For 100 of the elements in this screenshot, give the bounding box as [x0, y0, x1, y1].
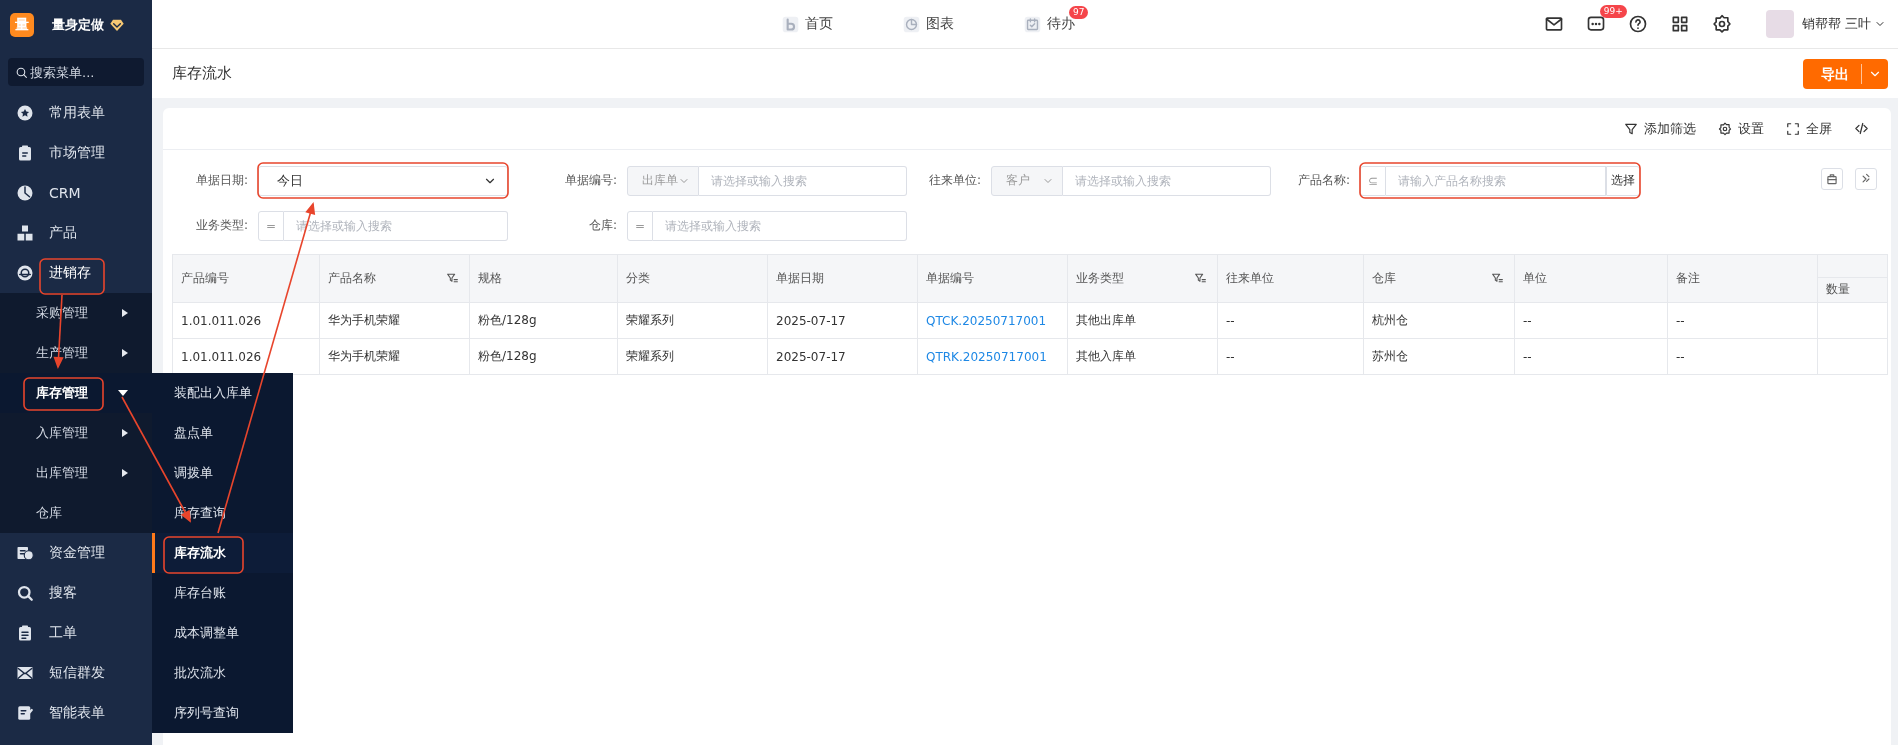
toolbar-button[interactable]: 全屏: [1786, 119, 1832, 138]
flyout-item[interactable]: 库存流水: [152, 533, 293, 573]
calendar-icon: [1024, 15, 1041, 33]
sidebar-item[interactable]: CRM: [0, 173, 152, 213]
column-header: 单据编号: [918, 255, 1068, 303]
pie-chart-icon: [903, 15, 920, 33]
document-link[interactable]: QTRK.20250717001: [926, 349, 1047, 364]
table-cell: 粉色/128g: [470, 339, 618, 375]
clear-button[interactable]: [1821, 168, 1843, 190]
table-cell: 其他出库单: [1068, 303, 1218, 339]
column-header: 分类: [618, 255, 768, 303]
pie-chart-icon: [16, 184, 34, 202]
count-badge: 97: [1069, 6, 1089, 19]
sidebar-item[interactable]: 常用表单: [0, 93, 152, 133]
table-cell: --: [1515, 303, 1668, 339]
column-header: 单据日期: [768, 255, 918, 303]
flyout-item[interactable]: 装配出入库单: [152, 373, 293, 413]
collapse-button[interactable]: [1855, 168, 1877, 190]
nav-tab[interactable]: 首页: [782, 15, 833, 33]
table-cell: --: [1668, 339, 1818, 375]
sidebar-item[interactable]: 产品: [0, 213, 152, 253]
table-cell: 杭州仓: [1364, 303, 1515, 339]
toolbar-button[interactable]: 添加筛选: [1624, 119, 1696, 138]
sidebar-item[interactable]: 短信群发: [0, 653, 152, 693]
boxes-icon: [16, 224, 34, 242]
app-name: 量身定做: [52, 16, 104, 34]
flyout-item[interactable]: 调拨单: [152, 453, 293, 493]
code-icon[interactable]: [1854, 121, 1869, 136]
search-field[interactable]: 请输入产品名称搜索: [1386, 165, 1606, 196]
flyout-item[interactable]: 批次流水: [152, 653, 293, 693]
filter-icon: [1624, 121, 1638, 136]
chat-icon[interactable]: [1585, 14, 1606, 34]
document-link[interactable]: QTCK.20250717001: [926, 313, 1047, 328]
table-cell: 1.01.011.026: [173, 339, 320, 375]
table-cell: 华为手机荣耀: [320, 339, 470, 375]
clipboard-list-icon: [16, 624, 34, 642]
diamond-icon: [109, 17, 125, 33]
page-title: 库存流水: [172, 64, 232, 83]
nav-tab[interactable]: 图表: [903, 15, 954, 33]
column-header: 数量: [1818, 277, 1887, 302]
column-header: 往来单位: [1218, 255, 1364, 303]
column-header: 产品名称: [320, 255, 470, 303]
select-button[interactable]: 选择: [1606, 165, 1640, 196]
table-cell: 苏州仓: [1364, 339, 1515, 375]
column-filter-icon[interactable]: [1491, 272, 1504, 285]
search-icon: [16, 584, 34, 602]
column-header: 产品编号: [173, 255, 320, 303]
filter-label: 往来单位:: [927, 172, 981, 189]
money-icon: [16, 544, 34, 562]
flyout-item[interactable]: 盘点单: [152, 413, 293, 453]
table-cell: --: [1668, 303, 1818, 339]
table-cell: 2025-07-17: [768, 339, 918, 375]
table-cell: 荣耀系列: [618, 339, 768, 375]
submenu-item[interactable]: 出库管理: [0, 453, 152, 493]
flyout-item[interactable]: 库存台账: [152, 573, 293, 613]
settings-icon[interactable]: [1711, 14, 1732, 34]
search-field[interactable]: 请选择或输入搜索: [699, 165, 907, 196]
filter-label: 单据日期:: [194, 172, 248, 189]
sidebar-item[interactable]: 市场管理: [0, 133, 152, 173]
filter-label: 业务类型:: [194, 217, 248, 234]
table-cell: 2025-07-17: [768, 303, 918, 339]
menu-search-field[interactable]: 搜索菜单...: [8, 58, 144, 86]
search-field[interactable]: 请选择或输入搜索: [653, 210, 907, 241]
count-badge: 99+: [1599, 5, 1627, 18]
column-filter-icon[interactable]: [446, 272, 459, 285]
sidebar-item[interactable]: 资金管理: [0, 533, 152, 573]
column-header: 备注: [1668, 255, 1818, 303]
sidebar-item[interactable]: 搜客: [0, 573, 152, 613]
edit-form-icon: [16, 704, 34, 722]
help-icon[interactable]: [1627, 14, 1648, 34]
table-cell: [1818, 339, 1888, 375]
flyout-item[interactable]: 序列号查询: [152, 693, 293, 733]
table-cell: 粉色/128g: [470, 303, 618, 339]
column-header: 规格: [470, 255, 618, 303]
sidebar-item[interactable]: 工单: [0, 613, 152, 653]
avatar-placeholder: [1765, 10, 1794, 38]
submenu-item[interactable]: 仓库: [0, 493, 152, 533]
flyout-item[interactable]: 成本调整单: [152, 613, 293, 653]
column-filter-icon[interactable]: [1194, 272, 1207, 285]
sidebar-item[interactable]: 智能表单: [0, 693, 152, 733]
table-cell: --: [1218, 339, 1364, 375]
sidebar-item[interactable]: 进销存: [0, 253, 152, 293]
submenu-item[interactable]: 入库管理: [0, 413, 152, 453]
filter-label: 产品名称:: [1296, 172, 1350, 189]
mail-icon[interactable]: [1543, 14, 1564, 34]
fullscreen-icon: [1786, 121, 1800, 136]
toolbar-button[interactable]: 设置: [1718, 119, 1764, 138]
column-header: 仓库: [1364, 255, 1515, 303]
settings-icon: [1718, 121, 1732, 136]
filter-label: 仓库:: [587, 217, 617, 234]
table-cell: 荣耀系列: [618, 303, 768, 339]
date-select[interactable]: 今日: [258, 165, 508, 196]
clipboard-icon: [16, 144, 34, 162]
table-cell: 其他入库单: [1068, 339, 1218, 375]
user-menu[interactable]: 销帮帮 三叶: [1801, 15, 1886, 33]
filter-label: 单据编号:: [563, 172, 617, 189]
search-field[interactable]: 请选择或输入搜索: [1063, 165, 1271, 196]
b-logo-icon: [782, 15, 799, 33]
table-cell: --: [1515, 339, 1668, 375]
annotation-box: [39, 258, 105, 295]
